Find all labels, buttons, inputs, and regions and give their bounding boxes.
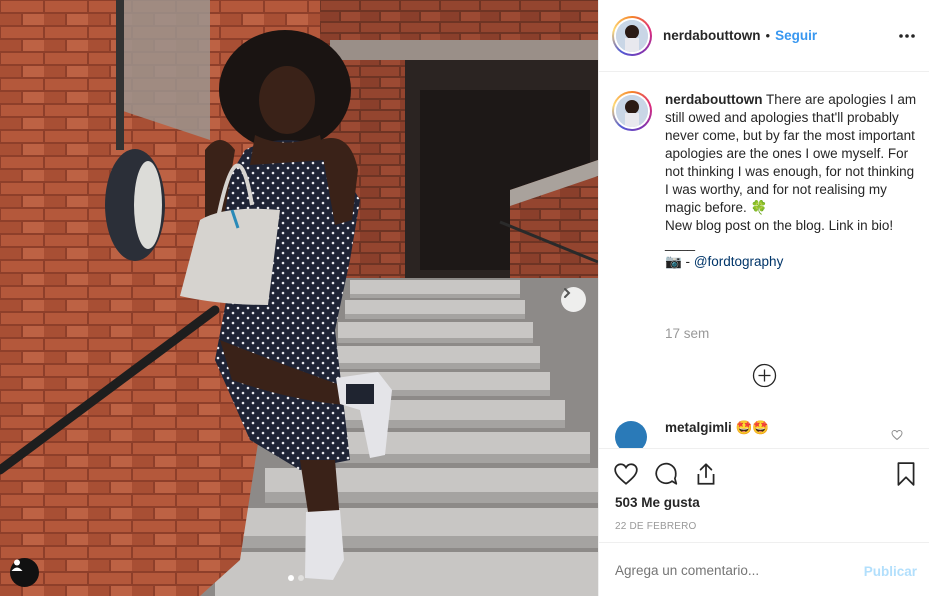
share-icon[interactable] [693,461,719,487]
load-more-comments-icon[interactable] [752,363,777,388]
comments-list[interactable]: nerdabouttown There are apologies I am s… [599,73,929,448]
post-header: nerdabouttown • Seguir [599,0,929,72]
carousel-indicator [288,575,304,581]
carousel-next-button[interactable] [561,287,586,312]
like-heart-icon[interactable] [613,461,639,487]
caption-avatar[interactable] [612,91,652,131]
caption-credit: 📷 - [665,254,694,269]
comment-avatar[interactable] [615,421,647,448]
likes-count[interactable]: 503 Me gusta [615,495,700,510]
comment-bubble-icon[interactable] [653,461,679,487]
comment-like-heart-icon[interactable] [891,429,903,441]
caption-mention-link[interactable]: @fordtography [694,254,784,269]
avatar[interactable] [612,15,652,56]
user-icon [11,559,23,571]
caption-divider: ____ [665,236,696,251]
caption-avatar-image [616,95,648,127]
post-actions: 503 Me gusta 22 DE FEBRERO [599,448,929,542]
post-caption: nerdabouttown There are apologies I am s… [612,91,917,271]
chevron-right-icon [564,288,571,298]
comment-username[interactable]: metalgimli [665,420,732,435]
add-comment-bar: Publicar [599,542,929,596]
post-author-username[interactable]: nerdabouttown [663,28,761,43]
caption-blog-line: New blog post on the blog. Link in bio! [665,218,894,233]
header-separator: • [765,28,771,43]
photo-illustration [0,0,598,596]
post-date: 22 DE FEBRERO [615,521,697,532]
caption-username[interactable]: nerdabouttown [665,92,763,107]
carousel-dot-active [288,575,294,581]
save-bookmark-icon[interactable] [893,461,919,487]
comment-item: metalgimli 🤩🤩 [612,418,917,448]
follow-button[interactable]: Seguir [775,28,817,43]
post-side-panel: nerdabouttown • Seguir nerdabouttown The… [598,0,929,596]
comment-input[interactable] [615,563,845,578]
post-comment-button[interactable]: Publicar [864,564,917,579]
avatar-image [616,19,648,52]
tagged-users-button[interactable] [10,558,39,587]
carousel-dot [298,575,304,581]
post-time-ago: 17 sem [665,326,710,341]
post-photo[interactable] [0,0,598,596]
comment-text: metalgimli 🤩🤩 [665,420,769,436]
caption-text: nerdabouttown There are apologies I am s… [665,91,917,271]
caption-body: There are apologies I am still owed and … [665,92,917,215]
more-horizontal-icon[interactable] [897,26,917,46]
comment-body: 🤩🤩 [735,420,770,435]
